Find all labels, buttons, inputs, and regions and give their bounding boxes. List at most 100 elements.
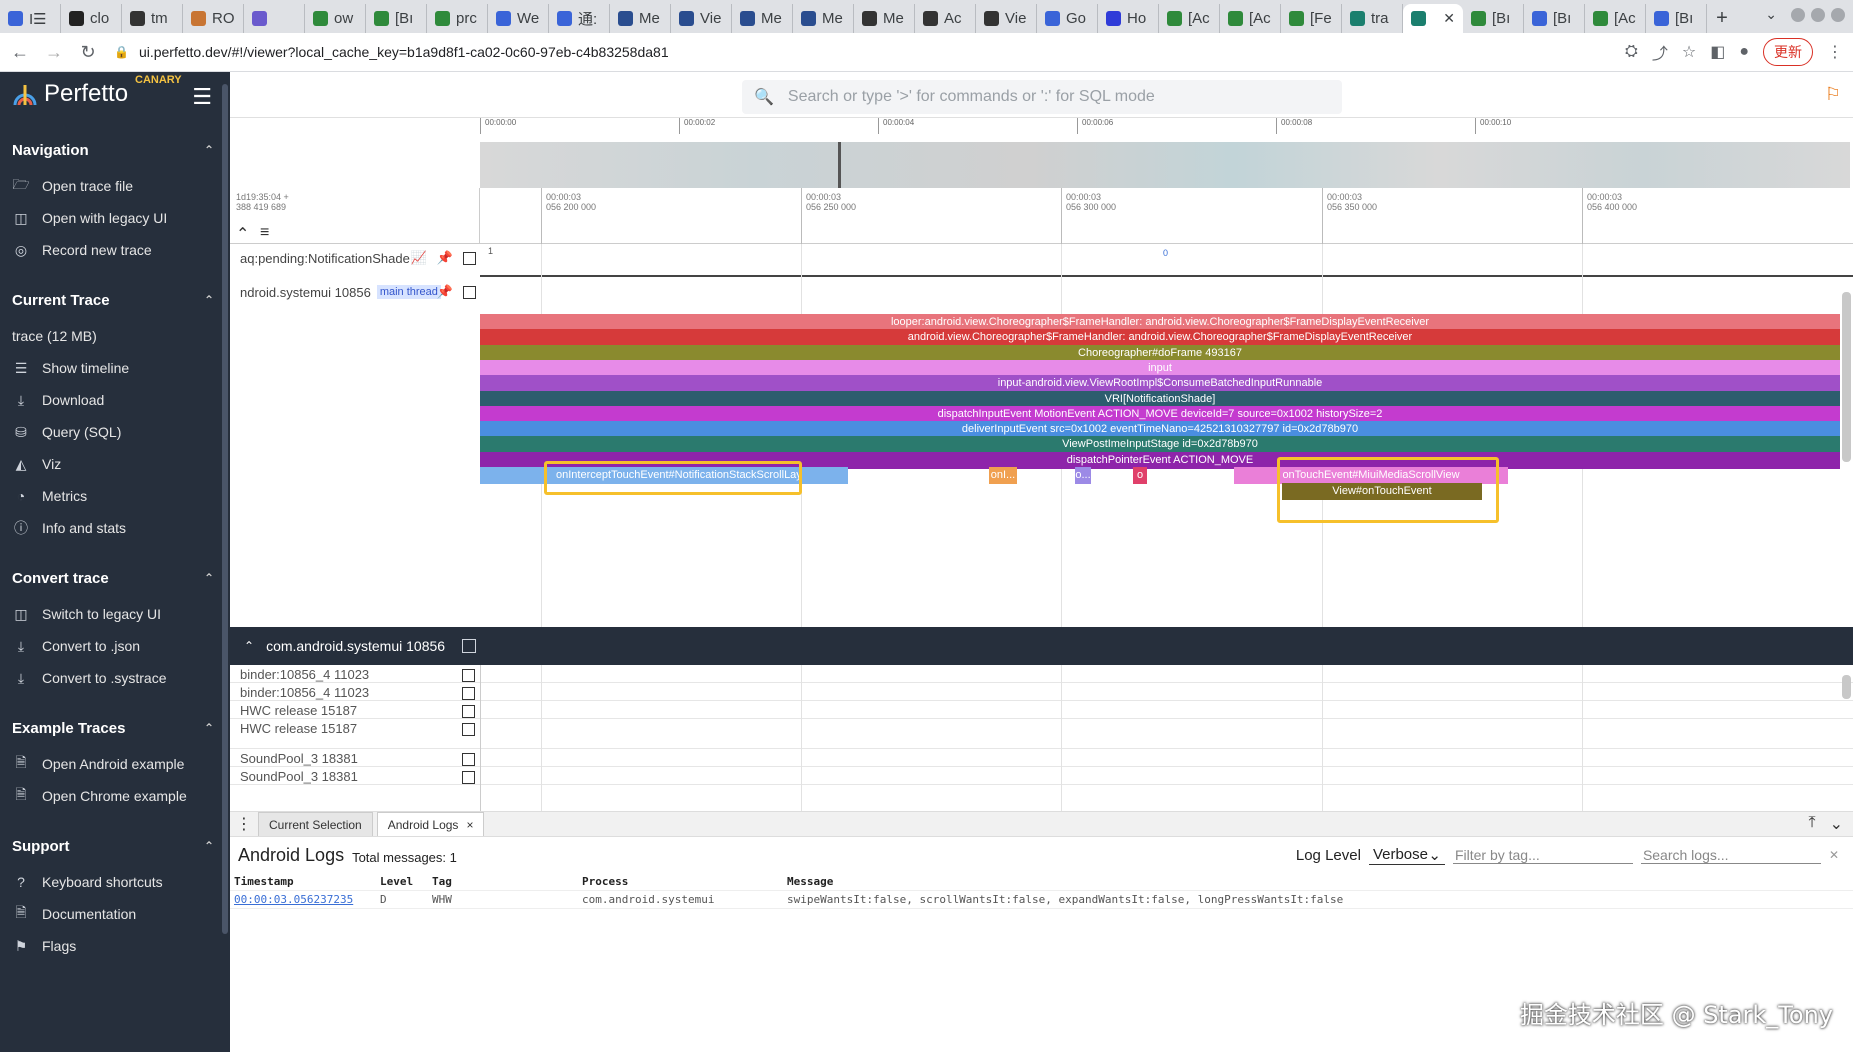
process-thread-tracks[interactable]: binder:10856_4 11023 binder:10856_4 11023…	[230, 665, 1853, 811]
sidebar-item-open-with-legacy-ui[interactable]: ◫ Open with legacy UI	[0, 202, 230, 234]
url-field[interactable]: 🔒 ui.perfetto.dev/#!/viewer?local_cache_…	[114, 37, 1625, 67]
thread-track[interactable]: HWC release 15187	[230, 701, 1853, 719]
browser-tab[interactable]: [Fe	[1281, 4, 1342, 33]
browser-tab[interactable]: Vie	[671, 4, 732, 33]
back-button[interactable]: ←	[6, 38, 34, 66]
thread-track[interactable]: binder:10856_4 11023	[230, 683, 1853, 701]
browser-tab[interactable]: ✕	[1403, 4, 1463, 33]
browser-tab[interactable]: [Bı	[366, 4, 427, 33]
chevron-up-icon[interactable]: ⌃	[204, 839, 214, 853]
browser-tab[interactable]: tm	[122, 4, 183, 33]
log-level-select[interactable]: Verbose ⌄	[1368, 846, 1445, 865]
column-header[interactable]: Level	[380, 875, 432, 888]
log-search-input[interactable]: Search logs...	[1640, 847, 1821, 864]
sidebar-item-open-android-example[interactable]: 🗎 Open Android example	[0, 748, 230, 780]
close-tab-icon[interactable]: ×	[466, 818, 473, 832]
select-track-checkbox[interactable]	[463, 251, 476, 265]
browser-tab[interactable]: 通:	[549, 4, 610, 33]
new-tab-button[interactable]: +	[1707, 4, 1737, 33]
browser-tab[interactable]: Me	[854, 4, 915, 33]
browser-tab[interactable]: Ac	[915, 4, 976, 33]
overview-heatmap[interactable]	[480, 142, 1850, 188]
sidebar-item-metrics[interactable]: ◔ Metrics	[0, 480, 230, 512]
browser-tab[interactable]: Go	[1037, 4, 1098, 33]
select-track-checkbox[interactable]	[462, 705, 475, 718]
select-track-checkbox[interactable]	[463, 285, 476, 299]
track-filter-icon[interactable]: ≡	[260, 224, 269, 242]
browser-tab[interactable]: Vie	[976, 4, 1037, 33]
thread-track[interactable]: HWC release 15187	[230, 719, 1853, 749]
trace-slice[interactable]: o...	[1075, 467, 1091, 484]
trace-slice[interactable]: onI...	[989, 467, 1017, 484]
sidebar-item-documentation[interactable]: 🗎 Documentation	[0, 898, 230, 930]
browser-tab[interactable]: Me	[732, 4, 793, 33]
notes-icon[interactable]: ⚐	[1825, 84, 1841, 105]
update-button[interactable]: 更新	[1763, 38, 1813, 66]
browser-tab[interactable]: [Bı	[1524, 4, 1585, 33]
browser-tab[interactable]: ow	[305, 4, 366, 33]
overview-window-handle[interactable]	[838, 142, 841, 188]
browser-tab[interactable]: [Bı	[1463, 4, 1524, 33]
browser-tab[interactable]: prc	[427, 4, 488, 33]
minimize-panel-chevron-icon[interactable]: ⌄	[1830, 814, 1843, 834]
counter-track-label[interactable]: aq:pending:NotificationShade 📈 📌	[230, 246, 480, 270]
forward-button[interactable]: →	[40, 38, 68, 66]
tab-android-logs[interactable]: Android Logs ×	[376, 812, 485, 836]
sidebar-item-open-trace-file[interactable]: 🗁 Open trace file	[0, 170, 230, 202]
time-ruler[interactable]: 00:00:03 056 200 000 00:00:03 056 250 000 00…	[480, 188, 1853, 244]
browser-tab[interactable]: RO	[183, 4, 244, 33]
sidebar-item-switch-to-legacy-ui[interactable]: ◫ Switch to legacy UI	[0, 598, 230, 630]
browser-tab[interactable]: I☰	[0, 4, 61, 33]
omnibox[interactable]: 🔍 Search or type '>' for commands or ':'…	[742, 80, 1342, 114]
collapse-chevron-icon[interactable]: ⌃	[244, 639, 254, 653]
chevron-up-icon[interactable]: ⌃	[204, 721, 214, 735]
more-options-icon[interactable]: ⋮	[234, 814, 254, 834]
thread-slices-track[interactable]: looper:android.view.Choreographer$FrameH…	[480, 244, 1853, 627]
tracks-scrollbar[interactable]	[1842, 675, 1851, 699]
browser-tab[interactable]: Ho	[1098, 4, 1159, 33]
tag-filter-input[interactable]: Filter by tag...	[1452, 847, 1633, 864]
clear-search-icon[interactable]: ✕	[1829, 848, 1839, 862]
browser-tab[interactable]: Me	[793, 4, 854, 33]
tab-search-icon[interactable]: ⌄	[1765, 6, 1777, 23]
pin-icon[interactable]: 📌	[437, 250, 453, 266]
select-track-checkbox[interactable]	[462, 771, 475, 784]
close-tab-icon[interactable]: ✕	[1443, 10, 1455, 27]
sidebar-section-header[interactable]: Current Trace ⌃	[0, 280, 230, 320]
chart-type-icon[interactable]: 📈	[411, 250, 427, 266]
select-track-checkbox[interactable]	[462, 723, 475, 736]
chevron-up-icon[interactable]: ⌃	[204, 293, 214, 307]
column-header[interactable]: Tag	[432, 875, 582, 888]
select-track-checkbox[interactable]	[462, 687, 475, 700]
profile-avatar[interactable]: ●	[1739, 43, 1749, 61]
sidebar-section-header[interactable]: Convert trace ⌃	[0, 558, 230, 598]
menu-kebab-icon[interactable]: ⋮	[1827, 42, 1843, 62]
close-window-button[interactable]	[1831, 7, 1845, 22]
browser-tab[interactable]	[244, 4, 305, 33]
select-track-checkbox[interactable]	[462, 753, 475, 766]
sidebar-item-convert-to-json[interactable]: ⤓ Convert to .json	[0, 630, 230, 662]
browser-tab[interactable]: [Ac	[1159, 4, 1220, 33]
process-group-header[interactable]: ⌃ com.android.systemui 10856	[230, 627, 1853, 665]
chevron-up-icon[interactable]: ⌃	[204, 571, 214, 585]
thread-track[interactable]: SoundPool_3 18381	[230, 767, 1853, 785]
select-track-checkbox[interactable]	[462, 669, 475, 682]
browser-tab[interactable]: [Bı	[1646, 4, 1707, 33]
reload-button[interactable]: ↻	[74, 38, 102, 66]
browser-tab[interactable]: Me	[610, 4, 671, 33]
sidebar-section-header[interactable]: Navigation ⌃	[0, 130, 230, 170]
sidebar-section-header[interactable]: Support ⌃	[0, 826, 230, 866]
column-header[interactable]: Timestamp	[230, 875, 380, 888]
pinned-tracks-area[interactable]: aq:pending:NotificationShade 📈 📌 1 0 ndr…	[230, 244, 1853, 627]
sidebar-item-flags[interactable]: ⚑ Flags	[0, 930, 230, 962]
maximize-panel-icon[interactable]: ⤒	[1809, 814, 1816, 834]
bookmark-star-icon[interactable]: ☆	[1682, 42, 1696, 62]
chevron-up-icon[interactable]: ⌃	[204, 143, 214, 157]
browser-tab[interactable]: We	[488, 4, 549, 33]
sidebar-item-viz[interactable]: ◭ Viz	[0, 448, 230, 480]
sidebar-section-header[interactable]: Example Traces ⌃	[0, 708, 230, 748]
tracks-scrollbar[interactable]	[1842, 292, 1851, 462]
collapse-all-icon[interactable]: ⌃	[236, 224, 249, 244]
browser-tab[interactable]: tra	[1342, 4, 1403, 33]
thread-track[interactable]: binder:10856_4 11023	[230, 665, 1853, 683]
